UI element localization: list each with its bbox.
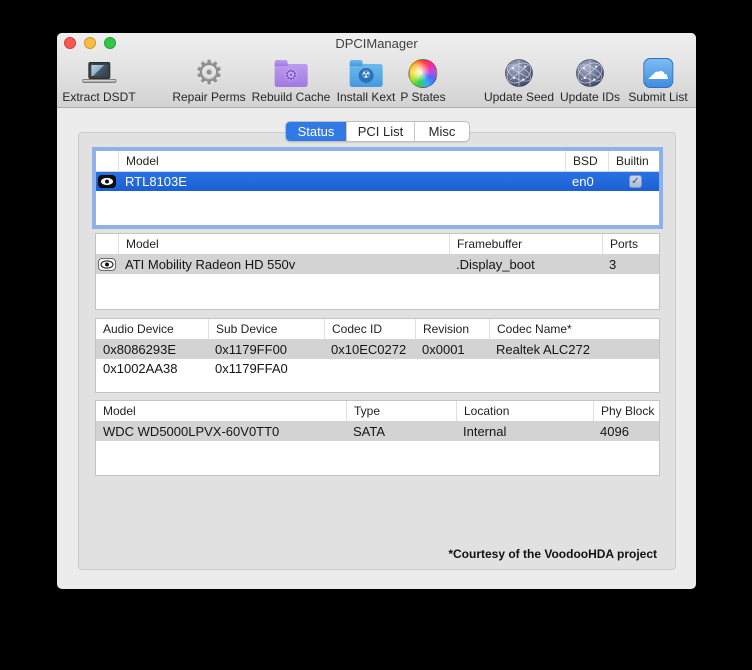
gear-icon: ⚙	[194, 57, 224, 89]
sub-device-cell: 0x1179FF00	[208, 340, 324, 359]
toolbar-label: Extract DSDT	[62, 90, 135, 104]
graphics-table-header: Model Framebuffer Ports	[96, 234, 659, 255]
install-kext-button[interactable]: ☢ Install Kext	[337, 57, 396, 105]
app-window: DPCIManager Extract DSDT ⚙ Repair Perms …	[57, 33, 696, 589]
audio-table: Audio Device Sub Device Codec ID Revisio…	[95, 318, 660, 393]
storage-model-cell: WDC WD5000LPVX-60V0TT0	[96, 422, 346, 441]
storage-type-cell: SATA	[346, 422, 456, 441]
network-globe-icon	[504, 57, 534, 89]
network-bsd-cell: en0	[565, 172, 608, 191]
network-table-header: Model BSD Builtin	[96, 151, 659, 172]
tab-bar: Status PCI List Misc	[285, 121, 470, 142]
cloud-upload-icon: ☁	[643, 57, 673, 89]
graphics-table-row[interactable]: ATI Mobility Radeon HD 550v .Display_boo…	[96, 255, 659, 274]
toolbar-label: Repair Perms	[172, 90, 245, 104]
toolbar-label: P States	[400, 90, 445, 104]
sub-device-cell: 0x1179FFA0	[208, 359, 324, 378]
table-empty-area	[96, 274, 659, 309]
network-globe-icon	[575, 57, 605, 89]
column-header-sub-device: Sub Device	[208, 319, 324, 339]
column-header-type: Type	[346, 401, 456, 421]
codec-name-cell: Realtek ALC272	[489, 340, 659, 359]
update-seed-button[interactable]: Update Seed	[484, 57, 554, 105]
revision-cell: 0x0001	[415, 340, 489, 359]
window-title: DPCIManager	[57, 36, 696, 52]
desktop-background: DPCIManager Extract DSDT ⚙ Repair Perms …	[0, 0, 752, 670]
audio-device-cell: 0x8086293E	[96, 340, 208, 359]
tab-misc[interactable]: Misc	[414, 122, 469, 141]
graphics-ports-cell: 3	[602, 255, 659, 274]
purple-folder-gear-icon: ⚙	[275, 57, 308, 89]
p-states-button[interactable]: P States	[400, 57, 445, 105]
column-header-model: Model	[118, 234, 449, 254]
column-header-location: Location	[456, 401, 593, 421]
submit-list-button[interactable]: ☁ Submit List	[628, 57, 687, 105]
column-header-model: Model	[96, 401, 346, 421]
blue-folder-radiation-icon: ☢	[349, 57, 382, 89]
storage-table-row[interactable]: WDC WD5000LPVX-60V0TT0 SATA Internal 409…	[96, 422, 659, 441]
table-empty-area	[96, 378, 659, 392]
toolbar-label: Rebuild Cache	[252, 90, 331, 104]
color-wheel-icon	[408, 57, 437, 89]
voodoohda-credit-note: *Courtesy of the VoodooHDA project	[448, 547, 657, 561]
column-header-model: Model	[118, 151, 565, 171]
graphics-table: Model Framebuffer Ports ATI Mobility Rad…	[95, 233, 660, 310]
column-header-audio-device: Audio Device	[96, 319, 208, 339]
audio-device-cell: 0x1002AA38	[96, 359, 208, 378]
eye-column-header	[96, 234, 118, 254]
audio-table-header: Audio Device Sub Device Codec ID Revisio…	[96, 319, 659, 340]
laptop-icon	[81, 57, 117, 89]
tab-status[interactable]: Status	[286, 122, 346, 141]
network-table-row[interactable]: RTL8103E en0 ✓	[96, 172, 659, 191]
column-header-framebuffer: Framebuffer	[449, 234, 602, 254]
audio-table-row[interactable]: 0x1002AA38 0x1179FFA0	[96, 359, 659, 378]
column-header-builtin: Builtin	[608, 151, 659, 171]
column-header-ports: Ports	[602, 234, 659, 254]
extract-dsdt-button[interactable]: Extract DSDT	[62, 57, 135, 105]
network-table: Model BSD Builtin RTL8103E en0 ✓	[95, 150, 660, 226]
toolbar-label: Update IDs	[560, 90, 620, 104]
graphics-model-cell: ATI Mobility Radeon HD 550v	[118, 255, 449, 274]
builtin-checkbox[interactable]: ✓	[629, 175, 642, 188]
table-empty-area	[96, 441, 659, 475]
update-ids-button[interactable]: Update IDs	[560, 57, 620, 105]
column-header-bsd: BSD	[565, 151, 608, 171]
column-header-codec-id: Codec ID	[324, 319, 415, 339]
column-header-revision: Revision	[415, 319, 489, 339]
storage-table: Model Type Location Phy Block WDC WD5000…	[95, 400, 660, 476]
storage-phy-block-cell: 4096	[593, 422, 659, 441]
network-model-cell: RTL8103E	[118, 172, 565, 191]
storage-location-cell: Internal	[456, 422, 593, 441]
graphics-framebuffer-cell: .Display_boot	[449, 255, 602, 274]
eye-icon[interactable]	[98, 175, 116, 188]
tab-pci-list[interactable]: PCI List	[346, 122, 414, 141]
audio-table-row[interactable]: 0x8086293E 0x1179FF00 0x10EC0272 0x0001 …	[96, 340, 659, 359]
window-chrome: DPCIManager Extract DSDT ⚙ Repair Perms …	[57, 33, 696, 108]
rebuild-cache-button[interactable]: ⚙ Rebuild Cache	[252, 57, 331, 105]
codec-id-cell: 0x10EC0272	[324, 340, 415, 359]
table-empty-area	[96, 191, 659, 225]
column-header-phy-block: Phy Block	[593, 401, 659, 421]
toolbar-label: Update Seed	[484, 90, 554, 104]
toolbar-label: Submit List	[628, 90, 687, 104]
column-header-codec-name: Codec Name*	[489, 319, 659, 339]
repair-perms-button[interactable]: ⚙ Repair Perms	[172, 57, 245, 105]
toolbar-label: Install Kext	[337, 90, 396, 104]
eye-icon[interactable]	[98, 258, 116, 271]
storage-table-header: Model Type Location Phy Block	[96, 401, 659, 422]
eye-column-header	[96, 151, 118, 171]
